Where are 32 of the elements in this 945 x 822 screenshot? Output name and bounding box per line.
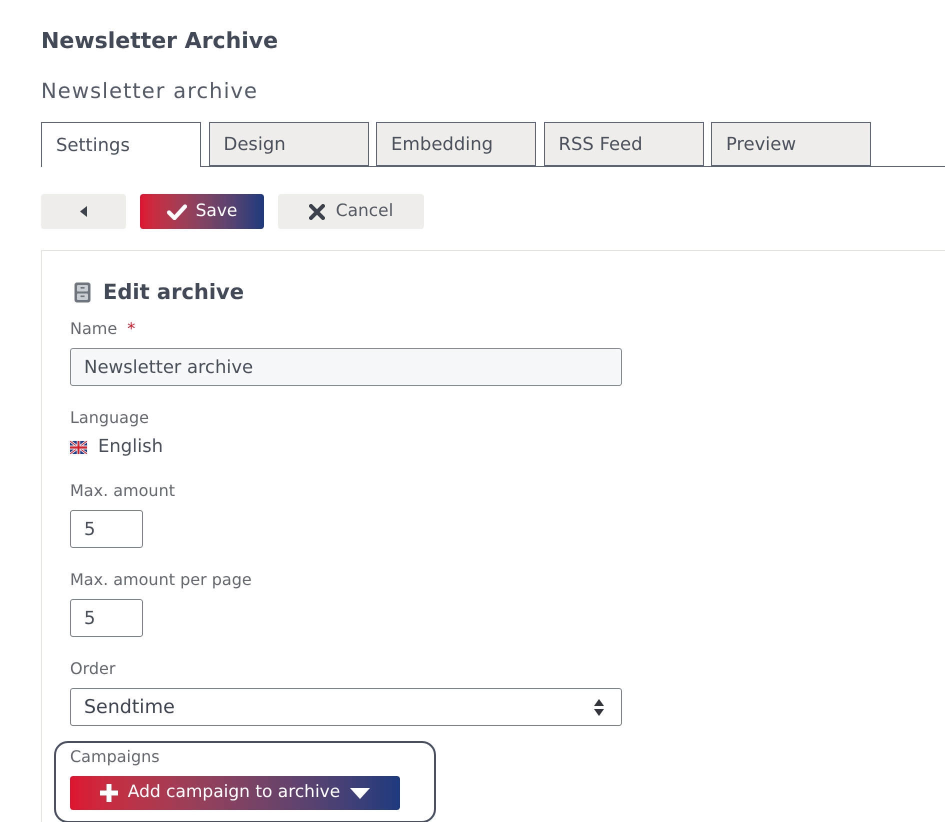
close-icon bbox=[308, 204, 325, 220]
caret-left-icon bbox=[80, 206, 87, 217]
tab[interactable]: Design bbox=[208, 122, 368, 166]
panel-heading: Edit archive bbox=[103, 279, 244, 306]
tab[interactable]: Preview bbox=[711, 122, 871, 166]
caret-down-icon bbox=[350, 788, 370, 798]
cancel-button[interactable]: Cancel bbox=[278, 194, 424, 229]
back-button[interactable] bbox=[41, 194, 126, 229]
tab[interactable]: Embedding bbox=[376, 122, 536, 166]
required-asterisk: * bbox=[127, 319, 136, 339]
add-campaign-button[interactable]: Add campaign to archive bbox=[70, 776, 400, 810]
language-value: English bbox=[98, 435, 163, 459]
page-subtitle: Newsletter archive bbox=[41, 78, 258, 105]
flag-icon bbox=[70, 440, 87, 454]
check-icon bbox=[166, 204, 187, 220]
tab[interactable]: RSS Feed bbox=[544, 122, 704, 166]
field-label: Max. amount bbox=[70, 481, 175, 501]
plus-icon bbox=[100, 784, 118, 802]
order-select[interactable]: Sendtime bbox=[70, 688, 622, 726]
cabinet-icon bbox=[74, 282, 91, 302]
number-input[interactable]: 5 bbox=[70, 599, 143, 637]
field-label: Order bbox=[70, 659, 116, 679]
field-label: Name bbox=[70, 319, 118, 339]
field-label: Max. amount per page bbox=[70, 570, 252, 590]
tab[interactable]: Settings bbox=[41, 122, 201, 167]
number-input[interactable]: 5 bbox=[70, 510, 143, 548]
field-label: Language bbox=[70, 408, 149, 428]
sort-arrows-icon bbox=[594, 698, 604, 716]
name-input[interactable]: Newsletter archive bbox=[70, 348, 622, 386]
page-title: Newsletter Archive bbox=[41, 28, 278, 56]
save-button[interactable]: Save bbox=[140, 194, 264, 229]
field-label: Campaigns bbox=[70, 747, 160, 767]
